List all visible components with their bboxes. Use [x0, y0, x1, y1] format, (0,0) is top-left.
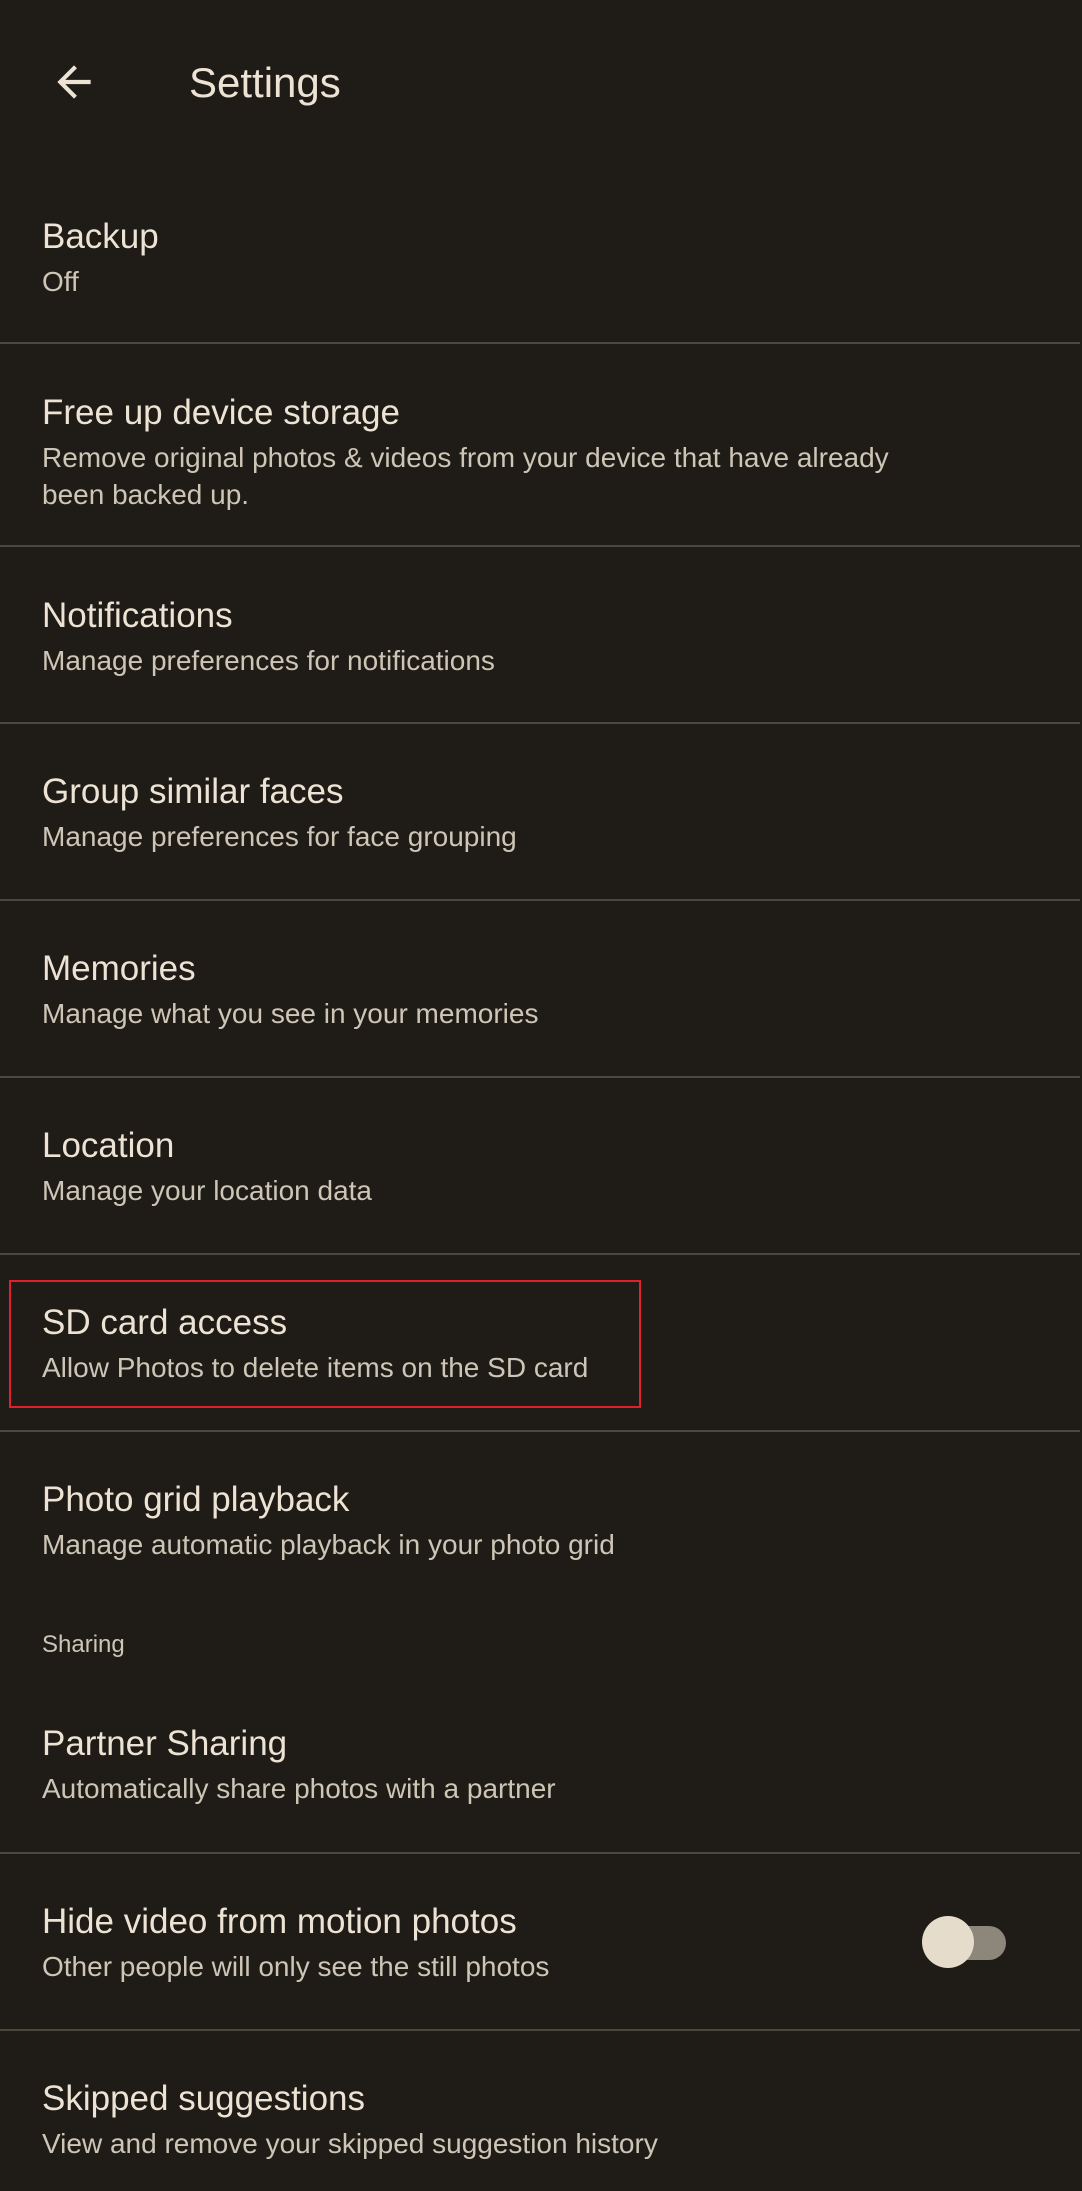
setting-free-up-storage[interactable]: Free up device storage Remove original p… — [0, 344, 1080, 547]
setting-title: Memories — [42, 949, 196, 988]
setting-group-similar-faces[interactable]: Group similar faces Manage preferences f… — [0, 724, 1080, 901]
toggle-thumb — [922, 1915, 974, 1968]
setting-title: Location — [42, 1126, 175, 1165]
arrow-back-icon — [57, 65, 91, 99]
setting-title: SD card access — [42, 1303, 288, 1342]
setting-subtitle: Remove original photos & videos from you… — [42, 442, 889, 510]
setting-title: Group similar faces — [42, 772, 344, 811]
setting-subtitle: Manage your location data — [42, 1175, 372, 1206]
setting-hide-video-motion-photos[interactable]: Hide video from motion photos Other peop… — [0, 1854, 1080, 2031]
top-app-bar: Settings — [0, 0, 1082, 170]
setting-title: Backup — [42, 217, 159, 256]
setting-subtitle: Other people will only see the still pho… — [42, 1951, 550, 1982]
hide-video-toggle[interactable] — [922, 1915, 1006, 1968]
setting-skipped-suggestions[interactable]: Skipped suggestions View and remove your… — [0, 2031, 1080, 2191]
back-button[interactable] — [38, 46, 110, 118]
setting-title: Photo grid playback — [42, 1480, 350, 1519]
setting-subtitle: Manage automatic playback in your photo … — [42, 1529, 615, 1560]
setting-subtitle: Allow Photos to delete items on the SD c… — [42, 1352, 589, 1383]
setting-subtitle: View and remove your skipped suggestion … — [42, 2128, 658, 2159]
setting-title: Partner Sharing — [42, 1724, 288, 1763]
setting-notifications[interactable]: Notifications Manage preferences for not… — [0, 547, 1080, 724]
setting-sd-card-access[interactable]: SD card access Allow Photos to delete it… — [0, 1255, 1080, 1432]
setting-subtitle: Manage preferences for face grouping — [42, 821, 517, 852]
section-header-sharing: Sharing — [42, 1631, 125, 1658]
setting-location[interactable]: Location Manage your location data — [0, 1078, 1080, 1255]
setting-subtitle: Manage preferences for notifications — [42, 645, 495, 676]
setting-title: Free up device storage — [42, 393, 400, 432]
setting-title: Hide video from motion photos — [42, 1902, 517, 1941]
setting-title: Notifications — [42, 596, 233, 635]
setting-subtitle: Off — [42, 266, 79, 297]
setting-backup[interactable]: Backup Off — [0, 170, 1080, 344]
settings-list: Backup Off Free up device storage Remove… — [0, 170, 1080, 2191]
setting-subtitle: Manage what you see in your memories — [42, 998, 539, 1029]
setting-memories[interactable]: Memories Manage what you see in your mem… — [0, 901, 1080, 1078]
setting-partner-sharing[interactable]: Partner Sharing Automatically share phot… — [0, 1692, 1080, 1854]
setting-subtitle: Automatically share photos with a partne… — [42, 1773, 556, 1804]
setting-title: Skipped suggestions — [42, 2079, 365, 2118]
page-title: Settings — [189, 59, 341, 106]
setting-photo-grid-playback[interactable]: Photo grid playback Manage automatic pla… — [0, 1432, 1080, 1602]
